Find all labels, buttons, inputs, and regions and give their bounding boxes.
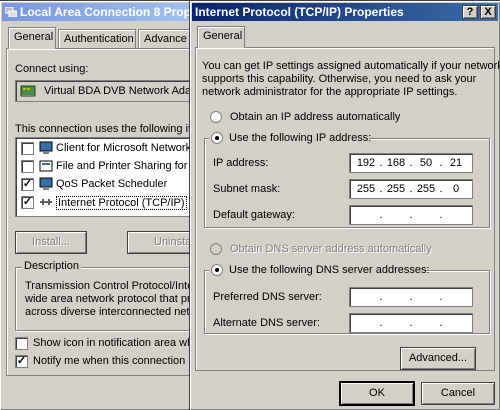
- help-icon: ?: [466, 6, 474, 18]
- intro-line-2: supports this capability. Otherwise, you…: [202, 73, 477, 85]
- tcpip-properties-title: Internet Protocol (TCP/IP) Properties: [195, 5, 404, 19]
- obtain-dns-auto-label: Obtain DNS server address automatically: [230, 243, 432, 255]
- default-gateway-label: Default gateway:: [213, 209, 295, 221]
- alternate-dns-label: Alternate DNS server:: [213, 317, 320, 329]
- tab-general-label: General: [14, 31, 54, 43]
- tcpip-checkbox[interactable]: ✓: [21, 196, 34, 209]
- file-sharing-checkbox[interactable]: [21, 160, 34, 173]
- notify-checkbox[interactable]: ✓: [15, 355, 28, 368]
- tab-advanced-label: Advance: [144, 33, 187, 45]
- qos-checkbox[interactable]: ✓: [21, 178, 34, 191]
- ip-address-label: IP address:: [213, 157, 269, 169]
- file-sharing-label: File and Printer Sharing for M: [56, 160, 200, 172]
- uninstall-button-label: Uninsta: [154, 236, 192, 248]
- ip-address-field[interactable]: 192 . 168 . 50 . 21: [349, 153, 473, 173]
- show-icon-checkbox[interactable]: [15, 337, 28, 350]
- connect-using-label: Connect using:: [15, 63, 89, 75]
- notify-label: Notify me when this connection h: [33, 355, 195, 367]
- adapter-name: Virtual BDA DVB Network Ada: [44, 85, 192, 97]
- tab-general[interactable]: General: [8, 27, 56, 49]
- ip-settings-group: Use the following IP address: IP address…: [204, 131, 490, 228]
- network-connection-icon: [4, 4, 18, 18]
- mask-octet-1: 255: [356, 183, 376, 195]
- mask-octet-4: 0: [452, 183, 460, 195]
- advanced-button-label: Advanced...: [408, 352, 468, 364]
- protocol-icon: [39, 195, 53, 209]
- dns-settings-group: Use the following DNS server addresses: …: [204, 263, 490, 334]
- alternate-dns-field[interactable]: . . .: [349, 313, 473, 333]
- preferred-dns-label: Preferred DNS server:: [213, 291, 322, 303]
- components-label: This connection uses the following ite: [15, 123, 198, 135]
- qos-scheduler-icon: [39, 177, 53, 191]
- connection-properties-title: Local Area Connection 8 Prop: [20, 5, 191, 19]
- description-line-2: wide area network protocol that pr: [25, 293, 191, 305]
- use-following-ip-option[interactable]: Use the following IP address:: [209, 131, 372, 146]
- tcpip-properties-titlebar[interactable]: Internet Protocol (TCP/IP) Properties: [192, 3, 498, 21]
- mask-octet-3: 255: [416, 183, 436, 195]
- dns-dot: .: [439, 291, 443, 303]
- ok-button-label: OK: [369, 387, 385, 399]
- default-gateway-field[interactable]: . . .: [349, 205, 473, 225]
- subnet-mask-field[interactable]: 255 . 255 . 255 . 0: [349, 179, 473, 199]
- ok-button[interactable]: OK: [340, 382, 414, 405]
- network-adapter-icon: [20, 84, 36, 101]
- description-title: Description: [22, 260, 82, 272]
- description-line-3: across diverse interconnected net: [25, 306, 190, 318]
- dns-dot: .: [409, 291, 413, 303]
- file-sharing-icon: [39, 159, 53, 173]
- use-following-dns-option[interactable]: Use the following DNS server addresses:: [209, 263, 430, 278]
- dns-dot: .: [439, 317, 443, 329]
- client-checkbox[interactable]: [21, 142, 34, 155]
- advanced-button[interactable]: Advanced...: [400, 347, 476, 370]
- ip-octet-4: 21: [449, 157, 463, 169]
- obtain-ip-auto-label: Obtain an IP address automatically: [230, 111, 401, 123]
- use-following-ip-radio[interactable]: [211, 132, 223, 144]
- client-network-icon: [39, 141, 53, 155]
- install-button[interactable]: Install...: [15, 231, 87, 254]
- description-line-1: Transmission Control Protocol/Inte: [25, 280, 194, 292]
- tcpip-label: Internet Protocol (TCP/IP): [56, 196, 187, 210]
- tab-authentication-label: Authentication: [64, 33, 134, 45]
- tab-authentication[interactable]: Authentication: [58, 29, 136, 49]
- close-button[interactable]: X: [480, 5, 496, 19]
- dns-dot: .: [379, 291, 383, 303]
- subnet-mask-label: Subnet mask:: [213, 183, 281, 195]
- obtain-ip-auto-radio[interactable]: [210, 111, 222, 123]
- tcpip-properties-window: Internet Protocol (TCP/IP) Properties ? …: [189, 0, 500, 410]
- gateway-dot: .: [439, 209, 443, 221]
- client-label: Client for Microsoft Network: [56, 142, 192, 154]
- install-button-label: Install...: [32, 236, 70, 248]
- mask-octet-2: 255: [386, 183, 406, 195]
- tab-general-label: General: [203, 30, 243, 42]
- use-following-dns-radio[interactable]: [211, 264, 223, 276]
- dns-dot: .: [379, 317, 383, 329]
- obtain-dns-auto-radio[interactable]: [210, 243, 222, 255]
- tcpip-general-panel: You can get IP settings assigned automat…: [195, 47, 500, 371]
- help-button[interactable]: ?: [462, 5, 478, 19]
- intro-line-1: You can get IP settings assigned automat…: [202, 60, 500, 72]
- qos-label: QoS Packet Scheduler: [56, 178, 168, 190]
- intro-line-3: network administrator for the appropriat…: [202, 86, 458, 98]
- tab-general[interactable]: General: [197, 26, 245, 48]
- preferred-dns-field[interactable]: . . .: [349, 287, 473, 307]
- gateway-dot: .: [379, 209, 383, 221]
- show-icon-label: Show icon in notification area wh: [33, 337, 194, 349]
- gateway-dot: .: [409, 209, 413, 221]
- ip-octet-2: 168: [386, 157, 406, 169]
- use-following-dns-label: Use the following DNS server addresses:: [229, 264, 430, 276]
- cancel-button[interactable]: Cancel: [421, 382, 495, 405]
- close-icon: X: [484, 6, 492, 18]
- ip-octet-3: 50: [419, 157, 433, 169]
- ip-octet-1: 192: [356, 157, 376, 169]
- dns-dot: .: [409, 317, 413, 329]
- use-following-ip-label: Use the following IP address:: [229, 132, 372, 144]
- obtain-dns-auto-option[interactable]: Obtain DNS server address automatically: [210, 243, 480, 257]
- cancel-button-label: Cancel: [440, 387, 476, 399]
- obtain-ip-auto-option[interactable]: Obtain an IP address automatically: [210, 111, 470, 125]
